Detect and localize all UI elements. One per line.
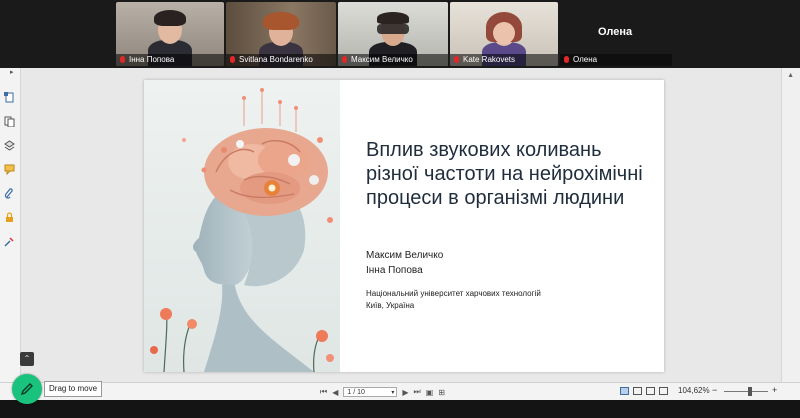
brain-head-illustration (144, 80, 340, 372)
annotate-pen-button[interactable] (12, 374, 42, 404)
first-page-icon[interactable]: ⏮ (320, 387, 327, 397)
mic-muted-icon (120, 56, 125, 63)
left-toolbar: ▸ (0, 68, 21, 400)
fit-page-icon[interactable]: ▣ (426, 388, 434, 397)
participant-name: Svitlana Bondarenko (239, 55, 313, 64)
mic-muted-icon (342, 56, 347, 63)
author-name: Максим Величко (366, 250, 444, 261)
participant-name: Kate Rakovets (463, 55, 516, 64)
single-page-view-icon[interactable] (620, 387, 629, 395)
city-name: Київ, Україна (366, 301, 415, 310)
university-name: Національний університет харчових технол… (366, 289, 541, 298)
pdf-viewer: ▸ Вплив звукових коливань різної частоти… (0, 68, 800, 400)
zoom-level[interactable]: 104,62% (678, 386, 710, 395)
presentation-slide: Вплив звукових коливань різної частоти н… (144, 80, 664, 372)
next-page-icon[interactable]: ▶ (402, 388, 408, 397)
page-number-field[interactable]: 1 / 10 ▾ (343, 387, 398, 397)
video-strip: Інна Попова Svitlana Bondarenko Максим В… (0, 0, 800, 68)
scroll-to-top-icon[interactable]: ⌃ (20, 352, 34, 366)
sign-icon[interactable] (4, 236, 15, 247)
attachment-icon[interactable] (4, 188, 15, 199)
new-document-icon[interactable] (4, 92, 15, 103)
scroll-up-arrow-icon[interactable]: ▲ (787, 72, 794, 79)
participant-name: Інна Попова (129, 55, 175, 64)
participant-big-name: Олена (598, 26, 633, 38)
last-page-icon[interactable]: ⏭ (414, 387, 421, 397)
lock-icon[interactable] (4, 212, 15, 223)
two-page-view-icon[interactable] (646, 387, 655, 395)
drag-tooltip: Drag to move (44, 381, 103, 397)
participant-tile-5-no-video[interactable]: Олена Олена (560, 2, 672, 66)
participant-name: Максим Величко (351, 55, 413, 64)
zoom-out-icon[interactable]: − (712, 385, 717, 395)
layers-icon[interactable] (4, 140, 15, 151)
zoom-slider-thumb[interactable] (748, 387, 752, 396)
zoom-in-icon[interactable]: + (772, 385, 777, 395)
pencil-icon (20, 383, 33, 396)
participant-tile-3-active-speaker[interactable]: Максим Величко (338, 2, 448, 66)
mic-muted-icon (454, 56, 459, 63)
fit-width-icon[interactable]: ⊞ (438, 388, 445, 397)
comments-icon[interactable] (4, 164, 15, 175)
viewer-bottom-toolbar: ⏮ ◀ 1 / 10 ▾ ▶ ⏭ ▣ ⊞ 104,62% − + (0, 382, 800, 401)
two-page-continuous-icon[interactable] (659, 387, 668, 395)
slide-affiliation: Національний університет харчових технол… (366, 288, 541, 312)
zoom-slider[interactable] (724, 391, 768, 392)
author-name: Інна Попова (366, 265, 423, 276)
mic-muted-icon (230, 56, 235, 63)
page-navigation: ⏮ ◀ 1 / 10 ▾ ▶ ⏭ ▣ ⊞ (320, 386, 445, 398)
participant-tile-1[interactable]: Інна Попова (116, 2, 224, 66)
pages-icon[interactable] (4, 116, 15, 127)
collapse-arrow-icon[interactable]: ▸ (10, 68, 14, 76)
slide-title: Вплив звукових коливань різної частоти н… (366, 139, 643, 209)
previous-page-icon[interactable]: ◀ (332, 388, 338, 397)
mic-muted-icon (564, 56, 569, 63)
vertical-scrollbar[interactable]: ▲ ▼ (781, 68, 800, 400)
meeting-footer (0, 400, 800, 418)
participant-name: Олена (573, 55, 598, 64)
view-mode-group (620, 387, 668, 395)
participant-tile-4[interactable]: Kate Rakovets (450, 2, 558, 66)
participant-tile-2[interactable]: Svitlana Bondarenko (226, 2, 336, 66)
slide-authors: Максим Величко Інна Попова (366, 248, 443, 278)
chevron-down-icon: ▾ (391, 390, 395, 396)
continuous-view-icon[interactable] (633, 387, 642, 395)
